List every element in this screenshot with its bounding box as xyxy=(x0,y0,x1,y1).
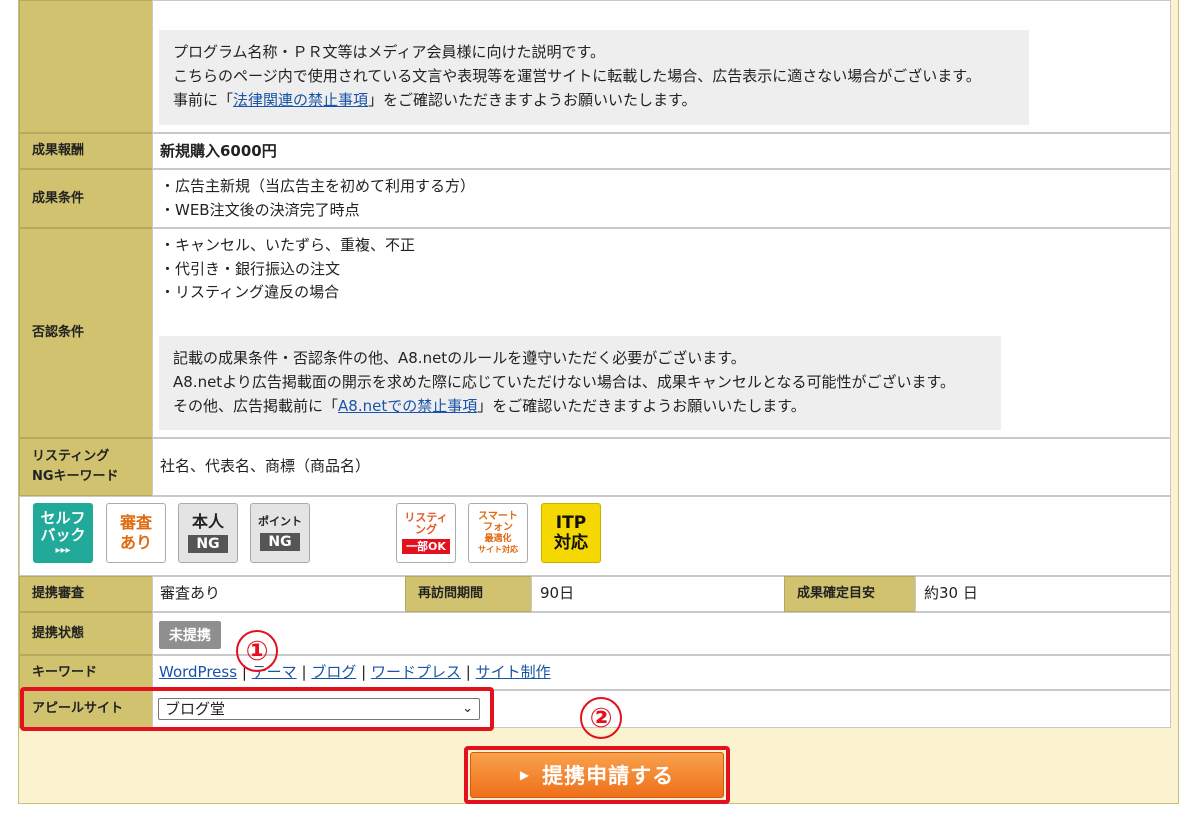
revisit-value: 90日 xyxy=(540,584,575,602)
annotation-number-2: ② xyxy=(580,697,622,739)
icon-text: ITP xyxy=(555,512,587,533)
icon-text: 本人 xyxy=(191,511,224,531)
note-text: 」をご確認いただきますようお願いいたします。 xyxy=(368,91,697,109)
keyword-link[interactable]: サイト制作 xyxy=(476,663,551,681)
note-line: その他、広告掲載前に「A8.netでの禁止事項」をご確認いただきますようお願いい… xyxy=(173,394,1001,418)
annotation-number-1: ① xyxy=(236,630,278,672)
icon-text: 最適化 xyxy=(484,534,512,544)
icon-text: NG xyxy=(260,532,300,551)
icon-text: セルフ xyxy=(40,508,86,527)
confirm-value: 約30 日 xyxy=(924,584,978,602)
status-badge-wrap: 未提携 xyxy=(159,621,221,649)
conditions-list: ・広告主新規（当広告主を初めて利用する方） ・WEB注文後の決済完了時点 xyxy=(160,175,475,222)
keywords-list: WordPress | テーマ | ブログ | ワードプレス | サイト制作 xyxy=(159,661,551,685)
note-text: 」をご確認いただきますようお願いいたします。 xyxy=(477,397,806,415)
annotation-box-select xyxy=(20,687,494,731)
note-line: A8.netより広告掲載面の開示を求めた際に応じていただけない場合は、成果キャン… xyxy=(173,373,955,391)
icon-text: あり xyxy=(119,533,152,552)
condition-item: ・広告主新規（当広告主を初めて利用する方） xyxy=(160,177,476,195)
keyword-link[interactable]: WordPress xyxy=(159,663,237,681)
icon-text: フォン xyxy=(483,522,513,533)
icon-text: スマート xyxy=(478,511,518,522)
status-label: 提携状態 xyxy=(19,612,153,655)
icon-text: バック xyxy=(40,525,86,544)
a8-prohibited-link[interactable]: A8.netでの禁止事項 xyxy=(338,397,477,415)
note-line: 記載の成果条件・否認条件の他、A8.netのルールを遵守いただく必要がございます… xyxy=(173,349,746,367)
keyword-link[interactable]: ワードプレス xyxy=(371,663,461,681)
note-line: こちらのページ内で使用されている文言や表現等を運営サイトに転載した場合、広告表示… xyxy=(173,67,981,85)
listing-partial-icon: リスティ ング 一部OK xyxy=(396,503,456,563)
rejection-item: ・キャンセル、いたずら、重複、不正 xyxy=(160,236,416,254)
note-line: プログラム名称・ＰＲ文等はメディア会員様に向けた説明です。 xyxy=(173,43,606,61)
keyword-separator: | xyxy=(361,663,367,681)
apply-partnership-button[interactable]: ▶ 提携申請する xyxy=(470,752,724,798)
status-badge: 未提携 xyxy=(159,621,221,649)
icon-text: サイト対応 xyxy=(478,545,518,554)
listing-ng-label-line: NGキーワード xyxy=(32,469,119,484)
review-value: 審査あり xyxy=(160,584,221,602)
rejection-label: 否認条件 xyxy=(19,228,153,438)
reward-label: 成果報酬 xyxy=(19,133,153,169)
icon-text: 審査 xyxy=(119,513,152,532)
review-label: 提携審査 xyxy=(19,576,153,612)
play-arrow-icon: ▶ xyxy=(519,768,531,782)
conditions-label: 成果条件 xyxy=(19,169,153,228)
keyword-link[interactable]: ブログ xyxy=(311,663,356,681)
listing-ng-label-line: リスティング xyxy=(32,449,110,464)
status-cell xyxy=(152,612,1171,655)
listing-ng-label: リスティング NGキーワード xyxy=(19,438,153,496)
itp-icon: ITP 対応 xyxy=(541,503,601,563)
keyword-separator: | xyxy=(465,663,471,681)
condition-item: ・WEB注文後の決済完了時点 xyxy=(160,200,360,219)
icon-text: ▸▸▸ xyxy=(55,544,71,556)
apply-button-label: 提携申請する xyxy=(542,764,675,788)
keyword-separator: | xyxy=(301,663,307,681)
self-ng-icon: 本人 NG xyxy=(178,503,238,563)
confirm-label: 成果確定目安 xyxy=(784,576,916,612)
rejection-item: ・代引き・銀行振込の注文 xyxy=(160,259,341,278)
smartphone-icon: スマート フォン 最適化 サイト対応 xyxy=(468,503,528,563)
label-cell-empty xyxy=(19,0,153,133)
note-text: 事前に「 xyxy=(173,91,234,109)
listing-ng-value: 社名、代表名、商標（商品名） xyxy=(160,457,371,475)
icon-text: NG xyxy=(188,534,228,553)
keywords-label: キーワード xyxy=(19,655,153,690)
rules-note: 記載の成果条件・否認条件の他、A8.netのルールを遵守いただく必要がございます… xyxy=(159,336,1001,430)
reward-value: 新規購入6000円 xyxy=(160,142,277,160)
icon-text: 一部OK xyxy=(402,539,450,554)
icon-text: リスティ xyxy=(404,511,448,524)
review-icon: 審査 あり xyxy=(106,503,166,563)
note-line: 事前に「法律関連の禁止事項」をご確認いただきますようお願いいたします。 xyxy=(173,88,1029,112)
point-ng-icon: ポイント NG xyxy=(250,503,310,563)
note-text: その他、広告掲載前に「 xyxy=(173,397,339,415)
rejection-item: ・リスティング違反の場合 xyxy=(160,283,340,301)
selfback-icon: セルフ バック ▸▸▸ xyxy=(33,503,93,563)
revisit-label: 再訪問期間 xyxy=(405,576,532,612)
icon-text: ポイント xyxy=(258,514,302,528)
program-note: プログラム名称・ＰＲ文等はメディア会員様に向けた説明です。 こちらのページ内で使… xyxy=(159,30,1029,125)
rejection-list: ・キャンセル、いたずら、重複、不正 ・代引き・銀行振込の注文 ・リスティング違反… xyxy=(160,234,415,305)
icon-text: ング xyxy=(415,523,437,536)
icon-text: 対応 xyxy=(554,532,588,553)
law-prohibited-link[interactable]: 法律関連の禁止事項 xyxy=(233,91,368,109)
reward-cell xyxy=(152,133,1171,169)
